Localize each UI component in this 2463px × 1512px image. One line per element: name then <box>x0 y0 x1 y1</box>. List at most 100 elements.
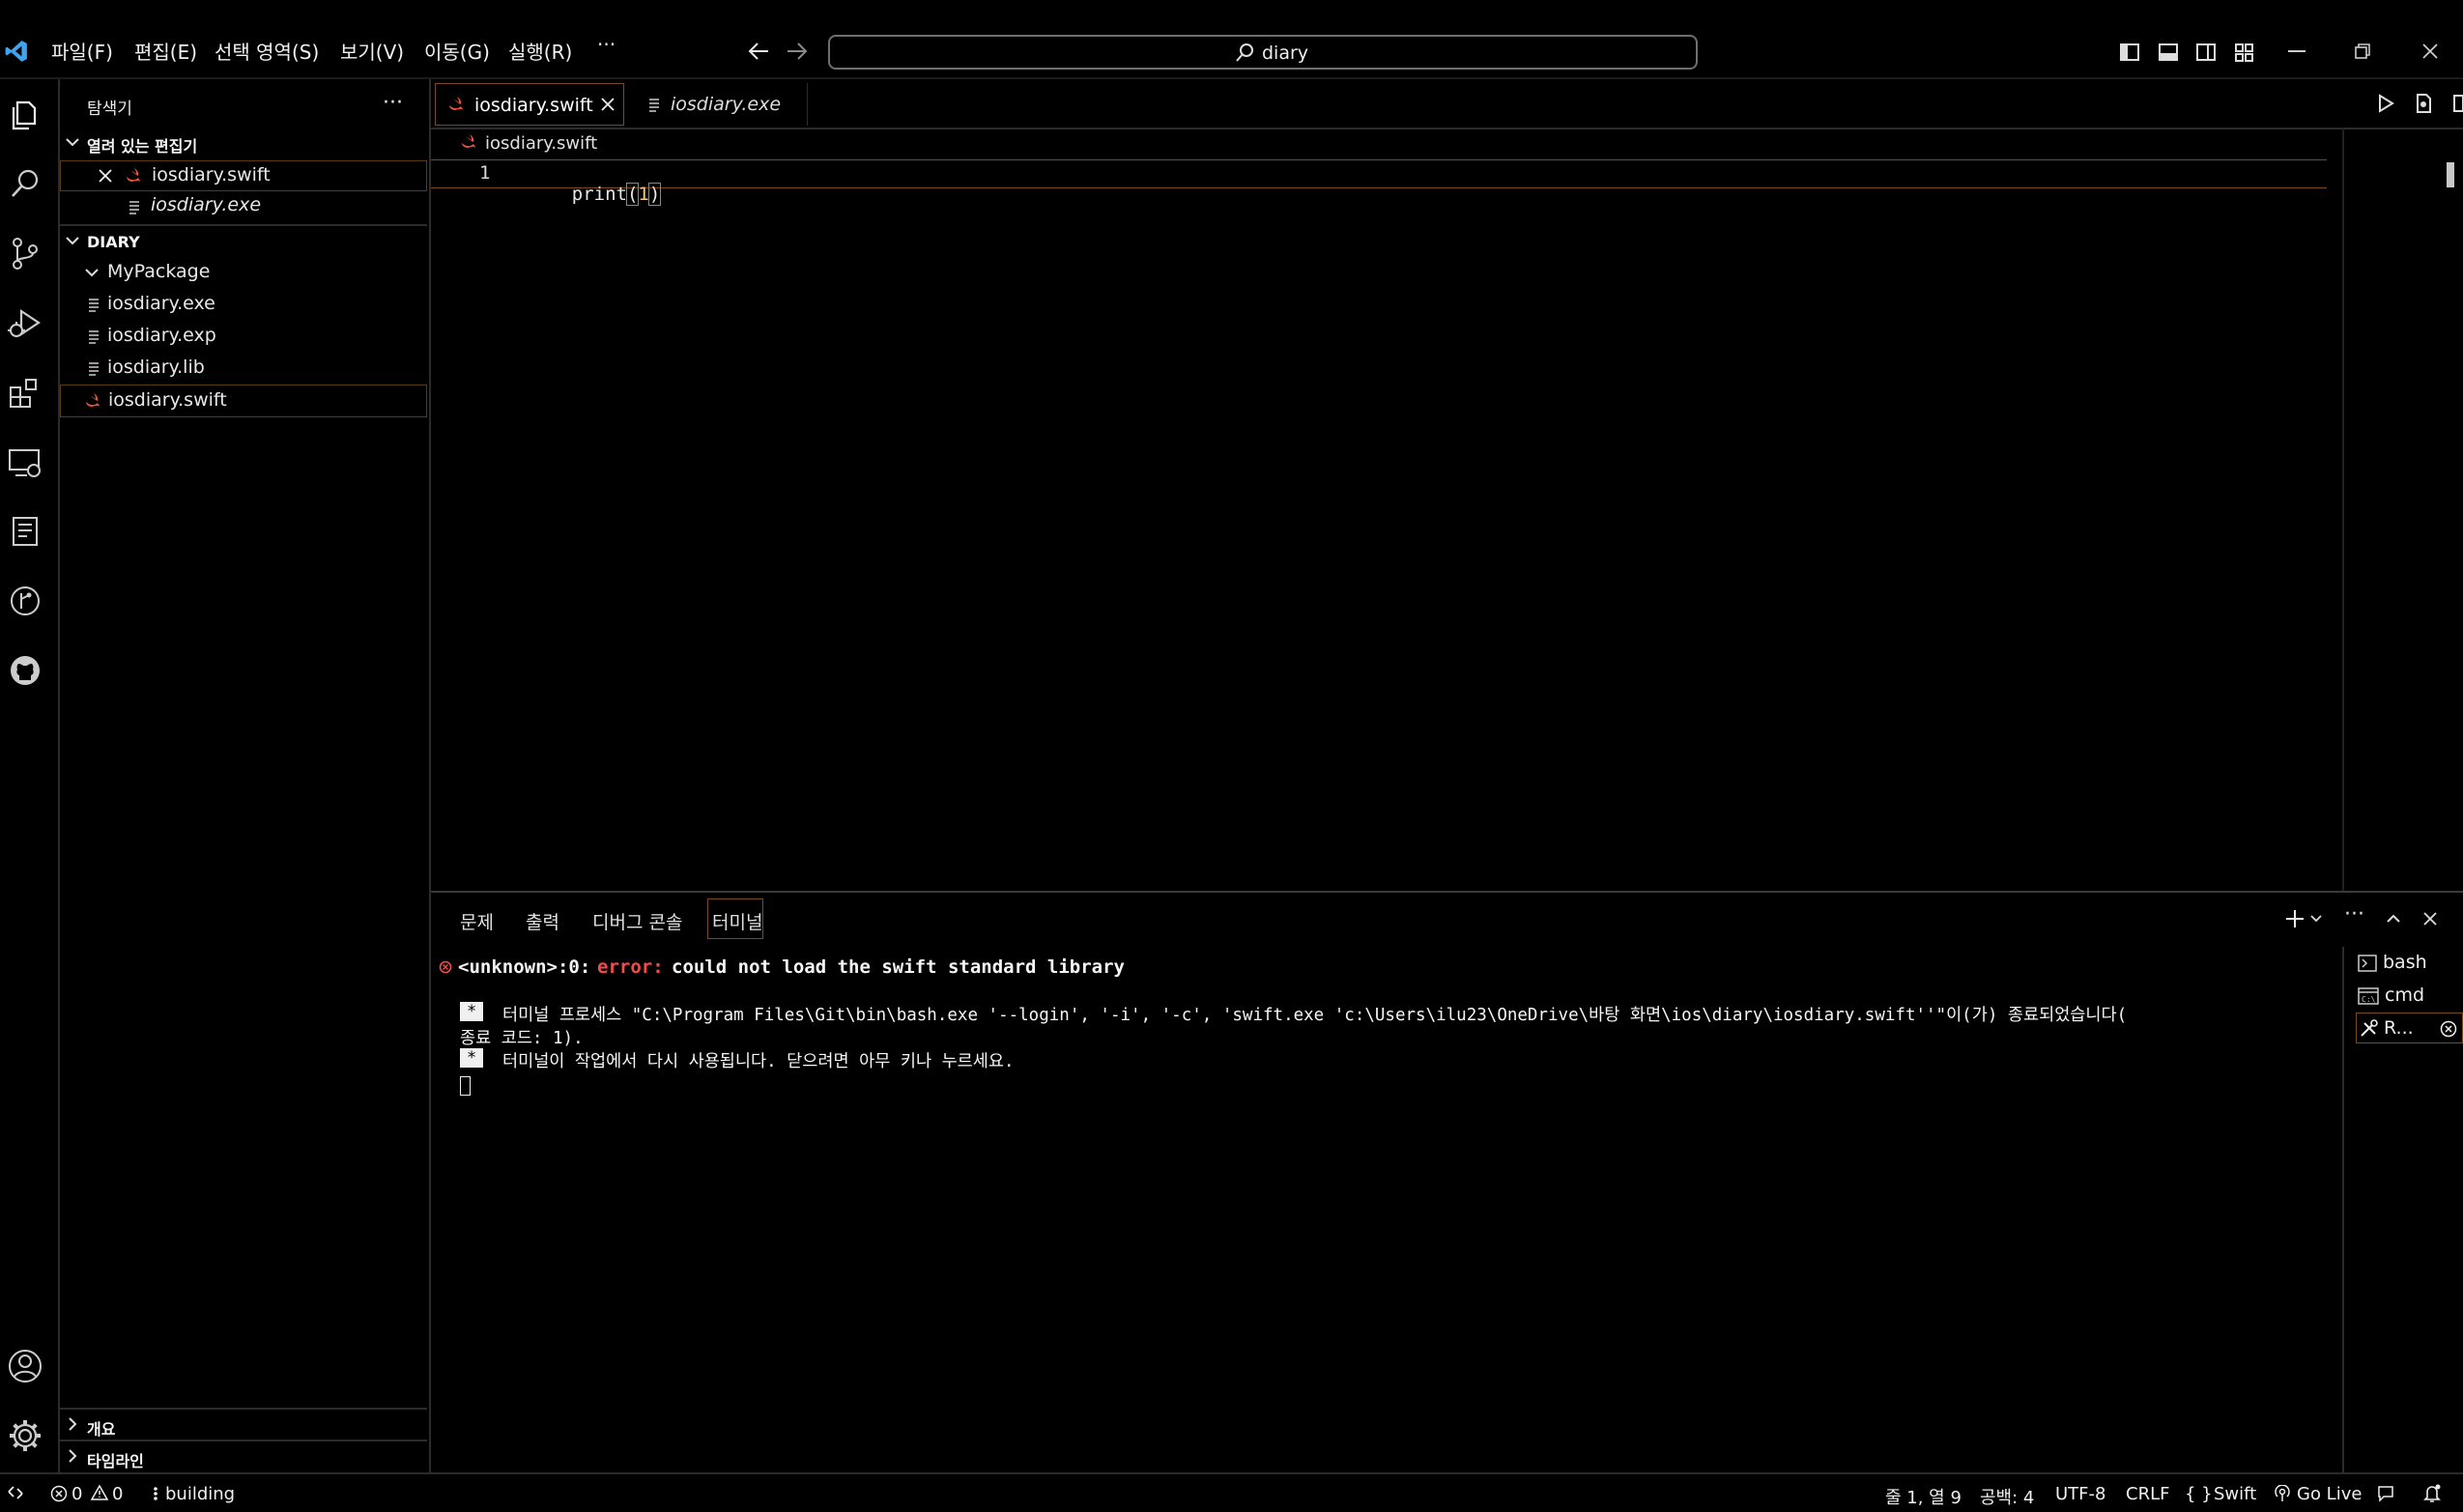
menu-edit[interactable]: 편집(E) <box>134 37 197 65</box>
chevron-right-icon[interactable] <box>64 1447 81 1465</box>
error-count[interactable]: 0 <box>72 1484 82 1504</box>
tree-item-file[interactable]: iosdiary.exp <box>60 320 427 351</box>
timeline-header[interactable]: 타임라인 <box>87 1448 144 1471</box>
tab-label: iosdiary.exe <box>671 94 782 115</box>
terminal-list-item-bash[interactable]: bash <box>2358 947 2463 978</box>
notifications-bell-icon[interactable] <box>2422 1483 2442 1504</box>
cursor-position[interactable]: 줄 1, 열 9 <box>1885 1484 1962 1509</box>
indentation[interactable]: 공백: 4 <box>1980 1484 2034 1509</box>
folder-header[interactable]: DIARY <box>87 233 140 251</box>
terminal-name: cmd <box>2385 984 2425 1006</box>
chevron-down-icon[interactable] <box>64 232 81 249</box>
kill-terminal-icon[interactable] <box>2440 1020 2457 1038</box>
menu-more[interactable]: ··· <box>597 33 616 56</box>
terminal-list-item-task[interactable]: R... <box>2356 1013 2463 1043</box>
chevron-down-icon[interactable] <box>2309 912 2323 926</box>
breadcrumb[interactable]: iosdiary.swift <box>485 133 597 154</box>
tab-iosdiary-swift[interactable]: iosdiary.swift <box>435 83 624 126</box>
close-tab-icon[interactable] <box>600 97 616 112</box>
title-bar: 파일(F) 편집(E) 선택 영역(S) 보기(V) 이동(G) 실행(R) ·… <box>0 0 2463 79</box>
customize-layout-icon[interactable] <box>2234 42 2255 63</box>
code-token-number: 1 <box>638 184 649 205</box>
remote-explorer-icon[interactable] <box>6 442 44 481</box>
close-editor-icon[interactable] <box>98 168 113 184</box>
remote-indicator-icon[interactable] <box>6 1483 25 1502</box>
text-file-icon <box>87 297 100 312</box>
language-braces-icon[interactable]: { } <box>2185 1484 2213 1504</box>
git-graph-icon[interactable] <box>6 582 44 620</box>
error-circle-icon <box>439 960 452 974</box>
command-center-search[interactable]: diary <box>828 35 1698 70</box>
forward-arrow-icon[interactable] <box>786 41 809 62</box>
toggle-panel-icon[interactable] <box>2158 42 2179 63</box>
open-editor-item-swift[interactable]: iosdiary.swift <box>60 160 427 191</box>
code-editor[interactable]: iosdiary.swift 1 print(1) <box>431 128 2463 891</box>
feedback-icon[interactable] <box>2376 1484 2395 1503</box>
extensions-icon[interactable] <box>6 373 44 412</box>
menu-go[interactable]: 이동(G) <box>424 37 490 65</box>
encoding[interactable]: UTF-8 <box>2055 1484 2105 1504</box>
open-changes-icon[interactable] <box>2414 93 2433 114</box>
divider <box>60 1440 427 1441</box>
back-arrow-icon[interactable] <box>747 41 770 62</box>
tab-iosdiary-exe[interactable]: iosdiary.exe <box>626 83 808 126</box>
tab-terminal[interactable]: 터미널 <box>707 899 763 939</box>
restore-icon[interactable] <box>2354 43 2371 60</box>
tree-item-file[interactable]: iosdiary.lib <box>60 352 427 383</box>
chevron-right-icon[interactable] <box>64 1415 81 1433</box>
menu-view[interactable]: 보기(V) <box>340 37 404 65</box>
source-control-icon[interactable] <box>6 234 44 272</box>
notebook-icon[interactable] <box>6 512 44 551</box>
go-live-button[interactable]: Go Live <box>2297 1484 2362 1504</box>
toggle-secondary-sidebar-icon[interactable] <box>2195 42 2217 63</box>
chevron-down-icon <box>83 264 100 281</box>
code-line[interactable]: print(1) <box>528 162 662 226</box>
new-terminal-icon[interactable] <box>2284 908 2305 929</box>
terminal-output[interactable]: <unknown>:0: error: could not load the s… <box>431 951 2344 1472</box>
tab-problems[interactable]: 문제 <box>460 908 494 934</box>
language-mode[interactable]: Swift <box>2214 1484 2256 1504</box>
panel-more-button[interactable]: ··· <box>2344 902 2364 927</box>
accounts-icon[interactable] <box>6 1347 44 1385</box>
settings-gear-icon[interactable] <box>6 1416 44 1455</box>
search-view-icon[interactable] <box>6 164 44 203</box>
chevron-down-icon[interactable] <box>64 133 81 151</box>
minimize-icon[interactable] <box>2288 50 2305 52</box>
vertical-scrollbar[interactable] <box>2447 162 2454 187</box>
tree-item-file[interactable]: iosdiary.exe <box>60 288 427 319</box>
code-token-fn: print <box>571 184 627 205</box>
tree-item-folder[interactable]: MyPackage <box>60 257 427 288</box>
terminal-star-badge: * <box>460 1048 484 1068</box>
task-status[interactable]: building <box>165 1484 235 1504</box>
terminal-list-item-cmd[interactable]: C:\ cmd <box>2358 980 2463 1011</box>
line-ending[interactable]: CRLF <box>2126 1484 2169 1504</box>
text-file-icon <box>87 360 100 376</box>
run-file-icon[interactable] <box>2376 93 2395 114</box>
menu-file[interactable]: 파일(F) <box>51 37 113 65</box>
toggle-primary-sidebar-icon[interactable] <box>2119 42 2140 63</box>
warning-count[interactable]: 0 <box>112 1484 123 1504</box>
close-panel-icon[interactable] <box>2421 910 2439 927</box>
menu-run[interactable]: 실행(R) <box>508 37 572 65</box>
open-editor-item-exe[interactable]: iosdiary.exe <box>60 191 427 222</box>
split-editor-icon[interactable] <box>2452 93 2463 114</box>
menu-selection[interactable]: 선택 영역(S) <box>215 37 319 65</box>
tab-output[interactable]: 출력 <box>526 908 559 934</box>
tree-item-label: iosdiary.exe <box>107 293 215 314</box>
github-icon[interactable] <box>6 651 44 690</box>
open-editors-header[interactable]: 열려 있는 편집기 <box>87 133 197 157</box>
explorer-icon[interactable] <box>6 95 44 133</box>
broadcast-icon[interactable] <box>2274 1485 2291 1502</box>
terminal-name: R... <box>2384 1017 2414 1039</box>
explorer-sidebar: 탐색기 ··· 열려 있는 편집기 iosdiary.swift iosdiar… <box>60 79 431 1472</box>
run-debug-icon[interactable] <box>6 303 44 342</box>
tab-debug-console[interactable]: 디버그 콘솔 <box>592 908 682 934</box>
maximize-panel-icon[interactable] <box>2385 910 2402 927</box>
editor-tabs: iosdiary.swift iosdiary.exe ··· <box>431 79 2463 129</box>
tree-item-file-selected[interactable]: iosdiary.swift <box>60 385 427 417</box>
outline-header[interactable]: 개요 <box>87 1416 115 1440</box>
sidebar-more-button[interactable]: ··· <box>383 91 403 115</box>
close-window-icon[interactable] <box>2421 43 2439 60</box>
errors-icon[interactable] <box>50 1485 68 1502</box>
warnings-icon[interactable] <box>90 1484 109 1501</box>
